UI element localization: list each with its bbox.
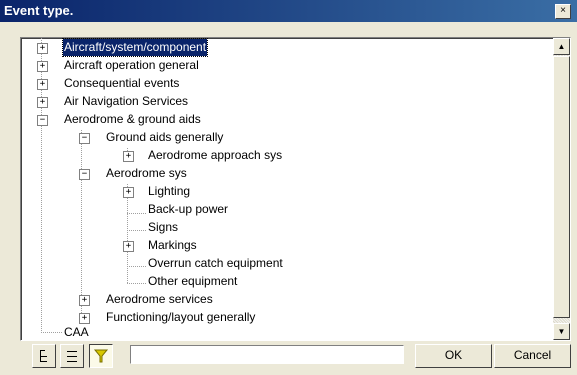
tree-node-label[interactable]: Air Navigation Services [63,93,189,110]
tree-node-label[interactable]: Aerodrome sys [105,165,188,182]
expand-toggle[interactable]: + [37,97,48,108]
window-title: Event type. [4,3,74,18]
tree-node-label[interactable]: Functioning/layout generally [105,309,256,326]
tree-node-label[interactable]: Overrun catch equipment [147,255,284,272]
collapse-toggle[interactable]: − [37,115,48,126]
expand-toggle[interactable]: + [79,313,90,324]
list-view-button[interactable] [60,344,84,368]
tree-node-label[interactable]: Aerodrome & ground aids [63,111,202,128]
event-type-tree-panel: + Aircraft/system/component + Aircraft o… [20,37,571,341]
event-type-tree: + Aircraft/system/component + Aircraft o… [21,38,549,340]
expand-toggle[interactable]: + [123,241,134,252]
bottom-toolbar: OK Cancel [0,343,577,375]
tree-view-button[interactable] [32,344,56,368]
tree-node-label[interactable]: Ground aids generally [105,129,224,146]
list-view-icon [67,351,77,362]
close-button[interactable]: × [555,4,571,19]
tree-node-label[interactable]: Aircraft/system/component [61,38,209,57]
collapse-toggle[interactable]: − [79,133,90,144]
collapse-toggle[interactable]: − [79,169,90,180]
vertical-scrollbar[interactable]: ▲ ▼ [553,38,570,340]
expand-toggle[interactable]: + [37,61,48,72]
filter-button[interactable] [89,344,113,368]
title-bar: Event type. × [0,0,577,22]
tree-node-label[interactable]: Lighting [147,183,191,200]
tree-view-icon [40,350,47,362]
filter-icon [93,349,109,363]
tree-node-label[interactable]: Other equipment [147,273,238,290]
ok-button[interactable]: OK [415,344,492,368]
tree-node-label[interactable]: Signs [147,219,179,236]
tree-node-label[interactable]: Consequential events [63,75,180,92]
scroll-up-button[interactable]: ▲ [553,38,570,55]
tree-node-label[interactable]: Aerodrome approach sys [147,147,283,164]
tree-node-label[interactable]: Aerodrome services [105,291,214,308]
tree-node-label[interactable]: Aircraft operation general [63,57,200,74]
tree-node-label[interactable]: Markings [147,237,198,254]
tree-node-label[interactable]: Back-up power [147,201,229,218]
scroll-thumb[interactable] [553,56,570,318]
scroll-down-button[interactable]: ▼ [553,323,570,340]
cancel-button[interactable]: Cancel [494,344,571,368]
tree-node-label[interactable]: CAA [63,324,90,340]
expand-toggle[interactable]: + [37,43,48,54]
expand-toggle[interactable]: + [123,151,134,162]
expand-toggle[interactable]: + [123,187,134,198]
expand-toggle[interactable]: + [79,295,90,306]
expand-toggle[interactable]: + [37,79,48,90]
filter-input[interactable] [130,345,404,364]
